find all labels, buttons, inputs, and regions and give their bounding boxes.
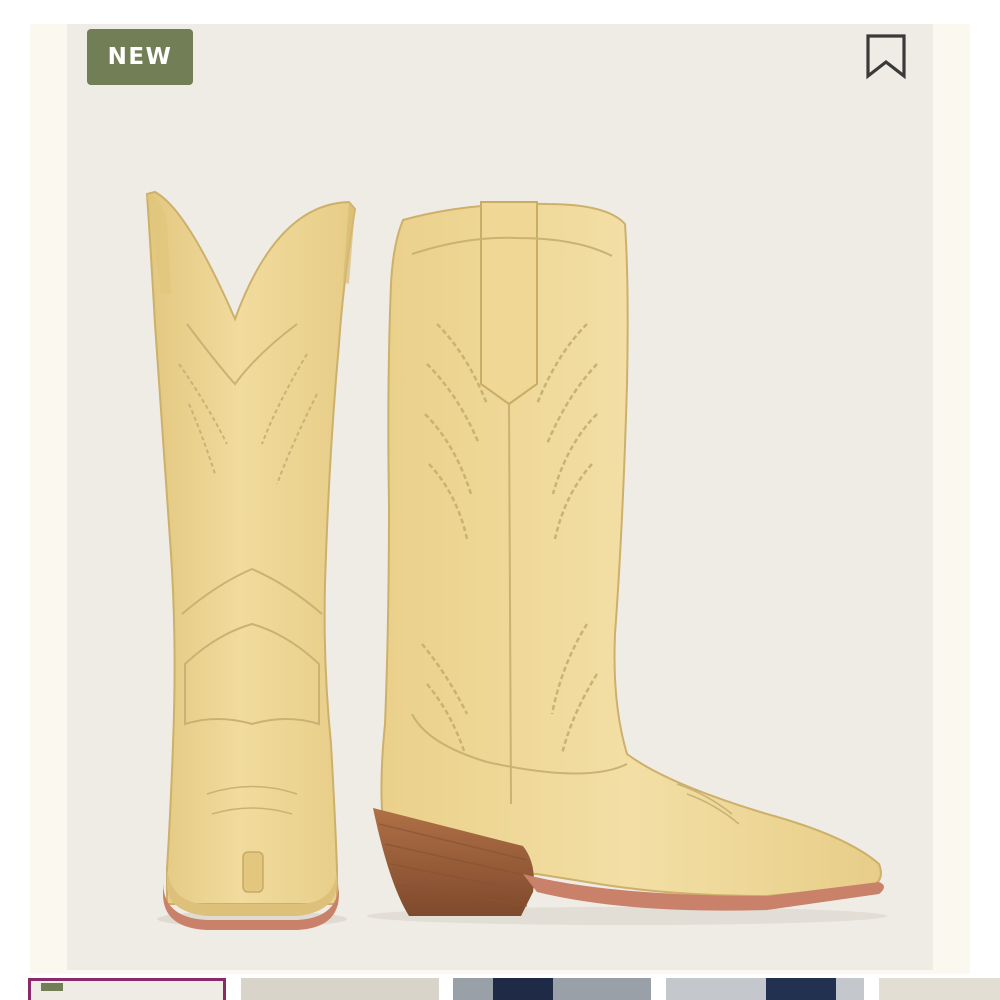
- thumbnail-5[interactable]: [879, 978, 1000, 1000]
- new-badge: NEW: [87, 29, 193, 85]
- right-boot: [373, 201, 884, 916]
- thumbnail-strip: [0, 978, 1000, 1000]
- thumbnail-1[interactable]: [28, 978, 226, 1000]
- thumbnail-3[interactable]: [453, 978, 651, 1000]
- bookmark-icon: [866, 34, 906, 80]
- thumbnail-figure: [766, 978, 836, 1000]
- cowboy-boots-illustration: [145, 190, 887, 930]
- thumbnail-4[interactable]: [666, 978, 864, 1000]
- thumbnail-figure: [493, 978, 553, 1000]
- thumbnail-2[interactable]: [241, 978, 439, 1000]
- left-boot: [145, 190, 357, 930]
- bookmark-button[interactable]: [862, 32, 910, 80]
- product-image[interactable]: [67, 24, 933, 970]
- thumbnail-badge: [41, 983, 63, 991]
